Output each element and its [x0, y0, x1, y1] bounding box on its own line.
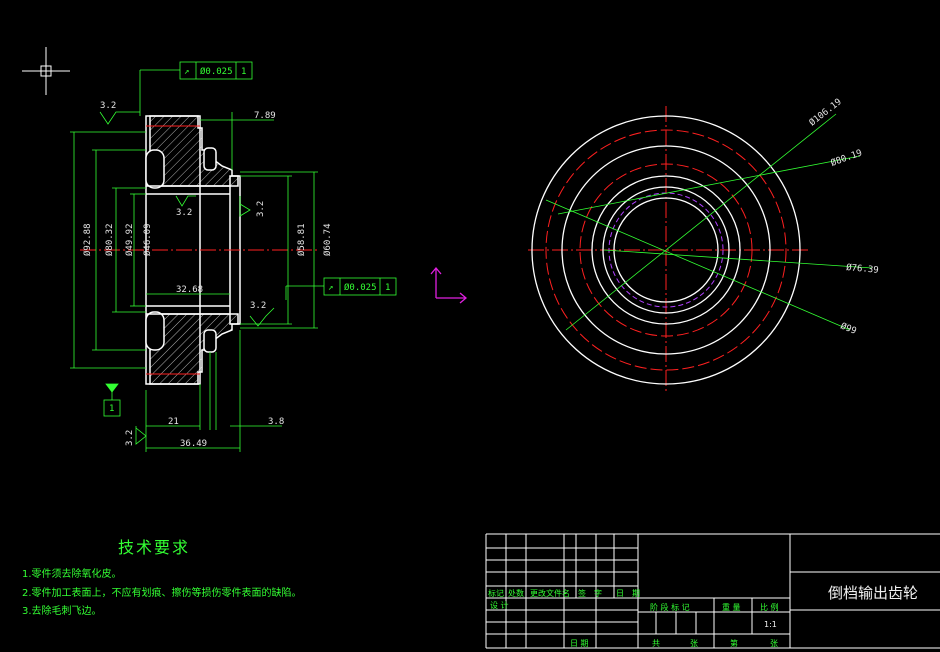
- tb-sheet-2: 张: [770, 639, 778, 648]
- tb-sign: 签 字: [578, 589, 602, 598]
- dim-d60: Ø60.74: [322, 223, 333, 256]
- roughness-top: 3.2: [100, 101, 116, 111]
- tb-scale-value: 1:1: [764, 620, 777, 629]
- tb-stage: 阶 段 标 记: [650, 603, 690, 612]
- tb-mark: 标记: [488, 589, 504, 598]
- dim-len32: 32.68: [176, 285, 203, 295]
- dim-len21: 21: [168, 417, 179, 427]
- tb-weight: 重 量: [722, 603, 741, 612]
- tb-scale-label: 比 例: [760, 603, 779, 612]
- roughness-right: 3.2: [256, 201, 266, 217]
- part-name: 倒档输出齿轮: [828, 584, 919, 602]
- roughness-left: 3.2: [125, 430, 135, 446]
- datum-ref-top: 1: [241, 67, 246, 77]
- runout-top: Ø0.025: [200, 66, 233, 77]
- tech-requirement-3: 3.去除毛刺飞边。: [22, 606, 102, 617]
- dim-d49: Ø49.92: [124, 223, 135, 256]
- tb-total: 共: [652, 639, 660, 648]
- tech-requirement-1: 1.零件须去除氧化皮。: [22, 569, 122, 580]
- tb-no: 第: [730, 639, 738, 648]
- runout-arrow-1: ↗: [184, 67, 189, 77]
- datum-ref-mid: 1: [385, 283, 390, 293]
- dimension-lines: [70, 61, 397, 452]
- dim-d58: Ø58.81: [296, 223, 307, 256]
- tb-date: 日 期: [616, 589, 640, 598]
- front-view: [528, 106, 873, 394]
- tech-requirement-2: 2.零件加工表面上，不应有划痕、擦伤等损伤零件表面的缺陷。: [22, 588, 302, 599]
- dim-circle-76: Ø76.39: [846, 262, 879, 276]
- tb-count: 处数: [508, 589, 524, 598]
- ucs-icon: [430, 266, 468, 304]
- dim-circle-80: Ø80.19: [829, 147, 863, 168]
- dim-len3: 3.8: [268, 417, 284, 427]
- tb-date-2: 日 期: [570, 639, 589, 648]
- dim-d80: Ø80.32: [104, 223, 115, 256]
- section-dim-texts: ↗ Ø0.025 1 ↗ Ø0.025 1 1 3.2 3.2 3.2 3.2 …: [82, 66, 390, 449]
- datum-label: 1: [109, 404, 114, 414]
- runout-arrow-2: ↗: [328, 283, 333, 293]
- dim-circle-106: Ø106.19: [807, 96, 844, 128]
- tb-design: 设 计: [490, 601, 509, 610]
- dim-len36: 36.49: [180, 439, 207, 449]
- roughness-mid: 3.2: [176, 208, 192, 218]
- dim-circle-99: Ø99: [839, 321, 858, 337]
- roughness-lower: 3.2: [250, 301, 266, 311]
- crosshair-cursor: [22, 47, 70, 95]
- dim-d92: Ø92.88: [82, 223, 93, 256]
- dim-d46: Ø46.09: [142, 223, 153, 256]
- front-dim-texts: Ø106.19 Ø80.19 Ø76.39 Ø99: [807, 96, 879, 337]
- tech-requirements-title: 技术要求: [118, 538, 191, 557]
- tb-change-doc: 更改文件名: [530, 589, 570, 598]
- dim-top-right: 7.89: [254, 111, 276, 121]
- tb-sheet-1: 张: [690, 639, 698, 648]
- runout-mid: Ø0.025: [344, 282, 377, 293]
